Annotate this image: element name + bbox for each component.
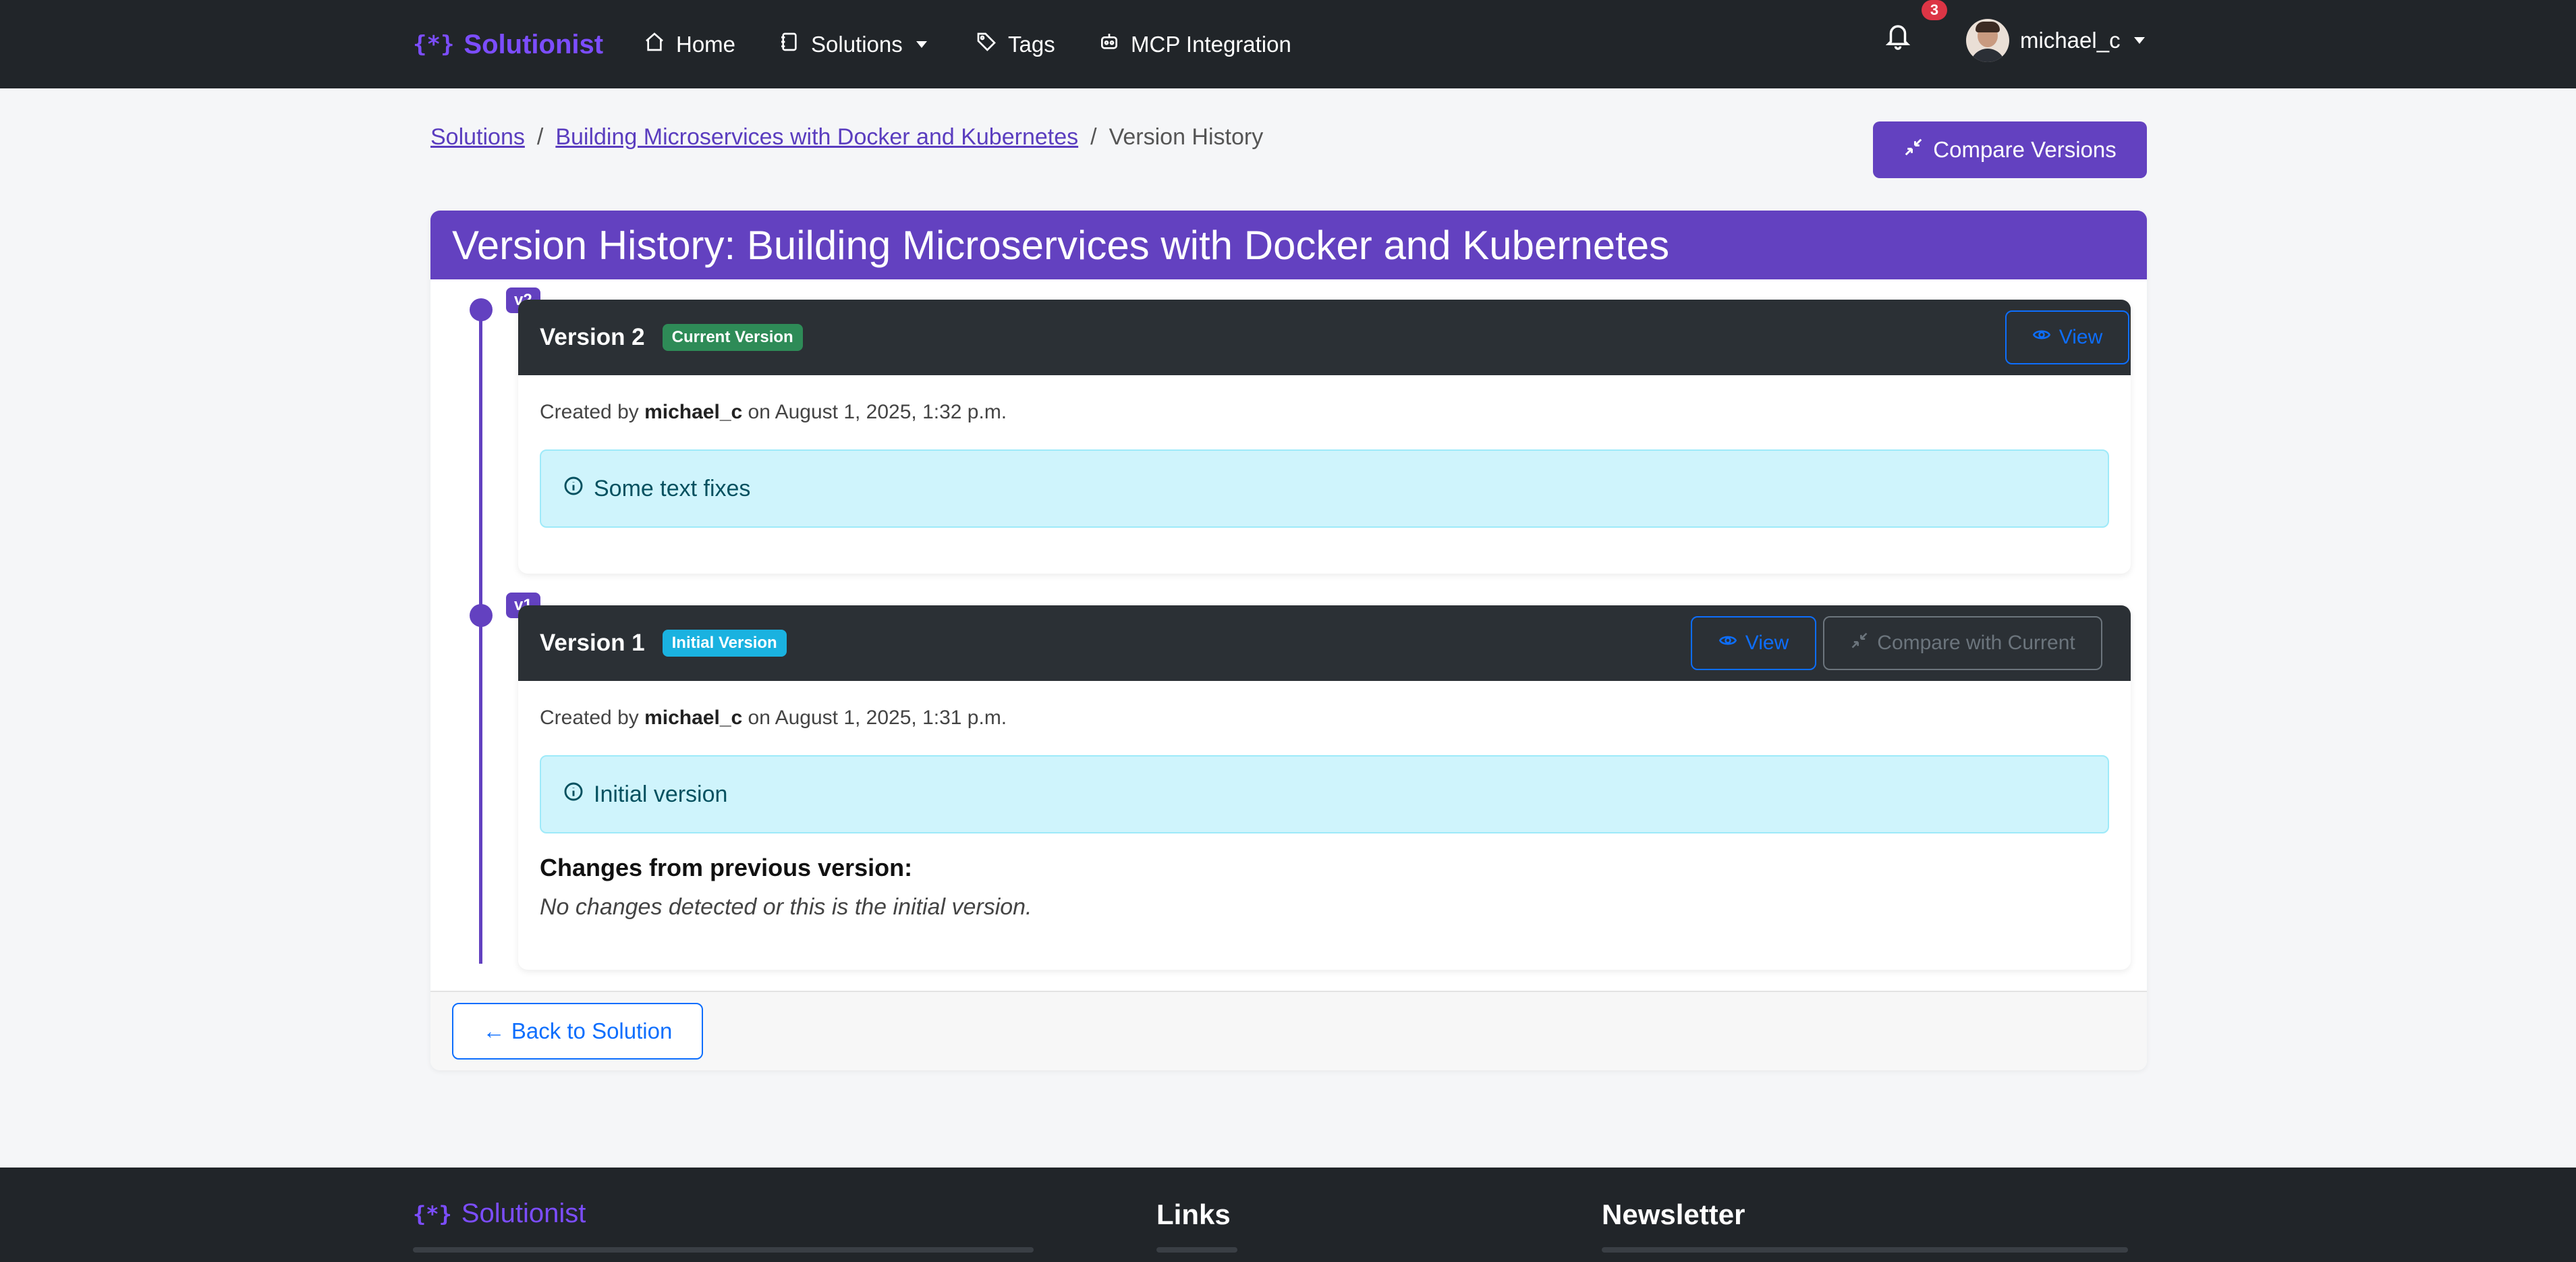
changes-heading: Changes from previous version: [540, 854, 913, 881]
avatar [1966, 19, 2009, 62]
eye-icon [2032, 325, 2051, 350]
version-author: michael_c [644, 401, 743, 423]
nav-tags[interactable]: Tags [976, 24, 1055, 65]
changes-text: No changes detected or this is the initi… [540, 894, 1032, 920]
version-note-alert: Initial version [540, 755, 2109, 833]
footer-links-heading: Links [1156, 1199, 1231, 1230]
version-header: Version 1 Initial Version View Compare w… [518, 605, 2131, 681]
version-header: Version 2 Current Version View [518, 300, 2131, 375]
nav-mcp-integration[interactable]: MCP Integration [1098, 24, 1291, 65]
home-icon [644, 31, 665, 58]
version-note-alert: Some text fixes [540, 449, 2109, 528]
footer-newsletter-heading: Newsletter [1602, 1199, 1745, 1230]
tag-icon [976, 31, 997, 58]
compress-arrows-icon [1903, 137, 1924, 163]
version-body: Created by michael_c on August 1, 2025, … [518, 707, 2131, 921]
version-history-card: Version History: Building Microservices … [430, 211, 2147, 1070]
breadcrumb-solutions[interactable]: Solutions [430, 124, 525, 150]
timeline-dot [470, 604, 493, 627]
site-footer: {*} Solutionist Links Newsletter [0, 1168, 2576, 1262]
nav-solutions-label: Solutions [811, 32, 903, 57]
card-footer: ← Back to Solution [430, 991, 2147, 1070]
chevron-down-icon [2133, 37, 2145, 44]
timeline-dot [470, 298, 493, 321]
nav-mcp-label: MCP Integration [1131, 32, 1291, 57]
breadcrumb-separator: / [1090, 124, 1097, 150]
version-meta: Created by michael_c on August 1, 2025, … [540, 401, 2109, 424]
compare-with-current-button[interactable]: Compare with Current [1823, 616, 2102, 670]
created-prefix: Created by [540, 401, 639, 423]
version-meta: Created by michael_c on August 1, 2025, … [540, 707, 2109, 730]
created-date: on August 1, 2025, 1:31 p.m. [748, 707, 1007, 729]
current-version-badge: Current Version [662, 324, 803, 351]
created-prefix: Created by [540, 707, 639, 729]
breadcrumb-current: Version History [1109, 124, 1264, 150]
username: michael_c [2020, 28, 2121, 53]
back-to-solution-button[interactable]: ← Back to Solution [452, 1003, 703, 1060]
chevron-down-icon [916, 41, 927, 48]
version-title: Version 1 [540, 630, 645, 656]
robot-icon [1098, 31, 1120, 58]
footer-text-line [413, 1247, 1034, 1253]
created-date: on August 1, 2025, 1:32 p.m. [748, 401, 1007, 423]
footer-link-line [1156, 1247, 1237, 1253]
notifications-button[interactable] [1884, 20, 1917, 54]
compare-with-current-label: Compare with Current [1877, 632, 2075, 654]
eye-icon [1718, 631, 1737, 655]
user-menu-dropdown[interactable]: michael_c [1966, 19, 2145, 62]
bell-icon [1884, 25, 1912, 54]
info-circle-icon [563, 781, 584, 808]
version-title: Version 2 [540, 324, 645, 350]
version-body: Created by michael_c on August 1, 2025, … [518, 401, 2131, 528]
version-note: Initial version [594, 781, 728, 807]
view-label: View [1745, 632, 1789, 654]
breadcrumb-separator: / [536, 124, 544, 150]
page-title: Version History: Building Microservices … [430, 211, 2147, 279]
nav-home[interactable]: Home [644, 24, 735, 65]
timeline-line [479, 310, 482, 964]
nav-home-label: Home [676, 32, 736, 57]
initial-version-badge: Initial Version [662, 630, 787, 657]
top-navbar: {*} Solutionist Home Solutions Tags MCP … [0, 0, 2576, 88]
nav-tags-label: Tags [1008, 32, 1055, 57]
compare-versions-label: Compare Versions [1933, 137, 2117, 162]
footer-text-line [1602, 1247, 2128, 1253]
brand-logo[interactable]: {*} Solutionist [413, 24, 603, 65]
notification-count-badge: 3 [1922, 0, 1947, 20]
version-card-1: Version 1 Initial Version View Compare w… [518, 605, 2131, 970]
brand-name: Solutionist [464, 29, 604, 59]
footer-brand-name: Solutionist [461, 1199, 586, 1228]
compress-arrows-icon [1850, 631, 1869, 655]
version-card-2: Version 2 Current Version View Created b… [518, 300, 2131, 574]
version-note: Some text fixes [594, 475, 751, 501]
nav-solutions-dropdown[interactable]: Solutions [779, 24, 927, 65]
brand-icon: {*} [413, 1201, 452, 1227]
compare-versions-button[interactable]: Compare Versions [1873, 121, 2147, 178]
info-circle-icon [563, 475, 584, 503]
footer-brand[interactable]: {*} Solutionist [413, 1199, 586, 1229]
view-version-button[interactable]: View [1691, 616, 1816, 670]
breadcrumb-solution[interactable]: Building Microservices with Docker and K… [555, 124, 1078, 150]
view-version-button[interactable]: View [2005, 310, 2129, 364]
notebook-icon [779, 31, 800, 58]
brand-icon: {*} [413, 31, 455, 58]
view-label: View [2059, 326, 2103, 348]
version-author: michael_c [644, 707, 743, 729]
breadcrumb: Solutions / Building Microservices with … [430, 121, 1263, 153]
